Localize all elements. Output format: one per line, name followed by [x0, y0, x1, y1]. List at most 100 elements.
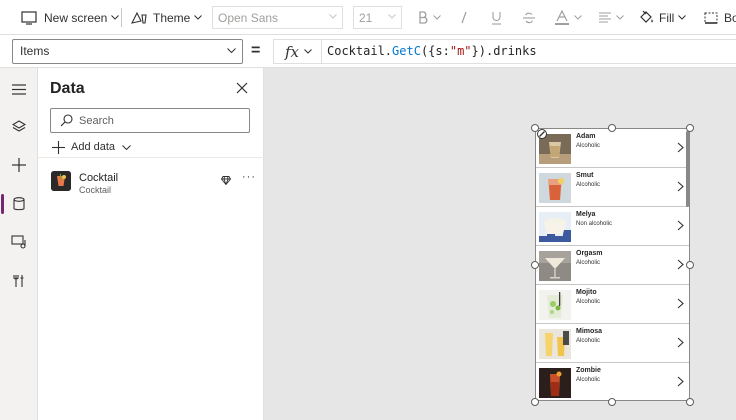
new-screen-label: New screen — [44, 10, 108, 25]
drink-subtitle: Alcoholic — [576, 299, 601, 305]
chevron-down-icon — [304, 49, 312, 54]
chevron-right-icon[interactable] — [677, 337, 684, 348]
gallery-item[interactable]: Mimosa Alcoholic — [536, 324, 689, 363]
fill-label: Fill — [659, 10, 675, 25]
data-source-item[interactable]: Cocktail Cocktail ··· — [38, 165, 264, 199]
drink-title: Smut — [576, 172, 594, 179]
fill-button[interactable]: Fill — [638, 0, 687, 35]
chevron-right-icon[interactable] — [677, 298, 684, 309]
border-button[interactable]: Bo — [704, 0, 736, 35]
drink-title: Mimosa — [576, 328, 603, 335]
database-icon — [13, 197, 25, 211]
search-icon — [60, 114, 73, 127]
theme-button[interactable]: Theme — [131, 0, 203, 35]
formula-string: "m" — [449, 44, 472, 58]
pane-divider — [38, 157, 264, 158]
font-family-select[interactable]: Open Sans — [212, 6, 343, 29]
formula-open: ({s: — [420, 44, 450, 58]
font-size-value: 21 — [359, 10, 373, 25]
search-placeholder: Search — [79, 114, 114, 127]
resize-handle-left[interactable] — [531, 261, 539, 269]
align-icon — [599, 12, 611, 23]
close-icon[interactable] — [234, 80, 250, 96]
gallery-item[interactable]: Melya Non alcoholic — [536, 207, 689, 246]
tree-view-button[interactable] — [0, 109, 38, 145]
media-button[interactable] — [0, 224, 38, 260]
drink-title: Zombie — [576, 367, 601, 374]
chevron-right-icon[interactable] — [677, 220, 684, 231]
chevron-down-icon — [678, 15, 687, 20]
drink-title: Adam — [576, 133, 596, 140]
underline-button[interactable] — [491, 0, 502, 35]
chevron-right-icon[interactable] — [677, 142, 684, 153]
chevron-down-icon — [574, 15, 582, 20]
fx-button[interactable]: fx — [273, 39, 321, 64]
vertical-gallery[interactable]: Adam Alcoholic Smut Alcoholic Melya Non … — [535, 128, 690, 401]
drink-thumbnail — [539, 329, 571, 359]
drink-title: Mojito — [576, 289, 597, 296]
equals-sign: = — [251, 42, 261, 59]
gallery-scrollbar[interactable] — [686, 131, 689, 207]
theme-label: Theme — [153, 10, 191, 25]
resize-handle-bottom[interactable] — [608, 398, 616, 406]
resize-handle-right[interactable] — [686, 261, 694, 269]
font-color-icon — [555, 10, 569, 25]
resize-handle-top-left[interactable] — [531, 124, 539, 132]
data-button[interactable] — [0, 186, 38, 222]
chevron-down-icon — [329, 14, 337, 19]
new-screen-button[interactable]: New screen — [21, 0, 120, 35]
formula-close: }).drinks — [471, 44, 537, 58]
formula-object: Cocktail. — [327, 44, 393, 58]
drink-title: Melya — [576, 211, 596, 218]
drink-thumbnail — [539, 173, 571, 203]
drink-subtitle: Non alcoholic — [576, 221, 613, 227]
resize-handle-top[interactable] — [608, 124, 616, 132]
more-options-button[interactable]: ··· — [242, 171, 256, 183]
chevron-down-icon — [227, 48, 236, 53]
pane-title: Data — [50, 80, 85, 97]
italic-button[interactable] — [460, 0, 468, 35]
media-icon — [11, 235, 26, 249]
chevron-down-icon — [122, 144, 131, 150]
chevron-right-icon[interactable] — [677, 259, 684, 270]
font-color-button[interactable] — [554, 0, 582, 35]
underline-icon — [492, 11, 501, 25]
chevron-right-icon[interactable] — [677, 376, 684, 387]
strikethrough-button[interactable] — [522, 0, 536, 35]
insert-button[interactable] — [0, 147, 38, 183]
formula-input[interactable]: Cocktail.GetC({s:"m"}).drinks — [321, 39, 736, 64]
gallery-item[interactable]: Mojito Alcoholic — [536, 285, 689, 324]
advanced-tools-button[interactable] — [0, 263, 38, 299]
chevron-down-icon — [111, 15, 120, 20]
property-dropdown[interactable]: Items — [12, 39, 243, 64]
resize-handle-bottom-left[interactable] — [531, 398, 539, 406]
bold-button[interactable] — [418, 0, 441, 35]
strikethrough-icon — [523, 12, 535, 23]
chevron-down-icon — [388, 14, 396, 19]
chevron-down-icon — [194, 15, 203, 20]
theme-icon — [131, 11, 147, 24]
resize-handle-bottom-right[interactable] — [686, 398, 694, 406]
drink-thumbnail — [539, 290, 571, 320]
hamburger-menu-button[interactable] — [0, 71, 38, 107]
drink-thumbnail — [539, 251, 571, 281]
command-ribbon: New screen Theme Open Sans 21 Fill Bo — [0, 0, 736, 35]
edit-pencil-icon[interactable] — [537, 129, 547, 139]
text-align-button[interactable] — [598, 0, 624, 35]
gallery-item[interactable]: Zombie Alcoholic — [536, 363, 689, 400]
resize-handle-top-right[interactable] — [686, 124, 694, 132]
ribbon-divider — [121, 8, 122, 27]
gallery-item[interactable]: Orgasm Alcoholic — [536, 246, 689, 285]
gallery-item[interactable]: Smut Alcoholic — [536, 168, 689, 207]
add-data-button[interactable]: Add data — [52, 138, 131, 156]
tools-icon — [13, 275, 24, 287]
search-input[interactable]: Search — [50, 108, 250, 133]
font-family-value: Open Sans — [218, 10, 279, 25]
layers-icon — [12, 120, 26, 132]
chevron-right-icon[interactable] — [677, 181, 684, 192]
italic-icon — [461, 11, 467, 24]
plus-icon — [52, 140, 65, 154]
font-size-select[interactable]: 21 — [353, 6, 402, 29]
gallery-item[interactable]: Adam Alcoholic — [536, 129, 689, 168]
screen-icon — [21, 10, 37, 25]
